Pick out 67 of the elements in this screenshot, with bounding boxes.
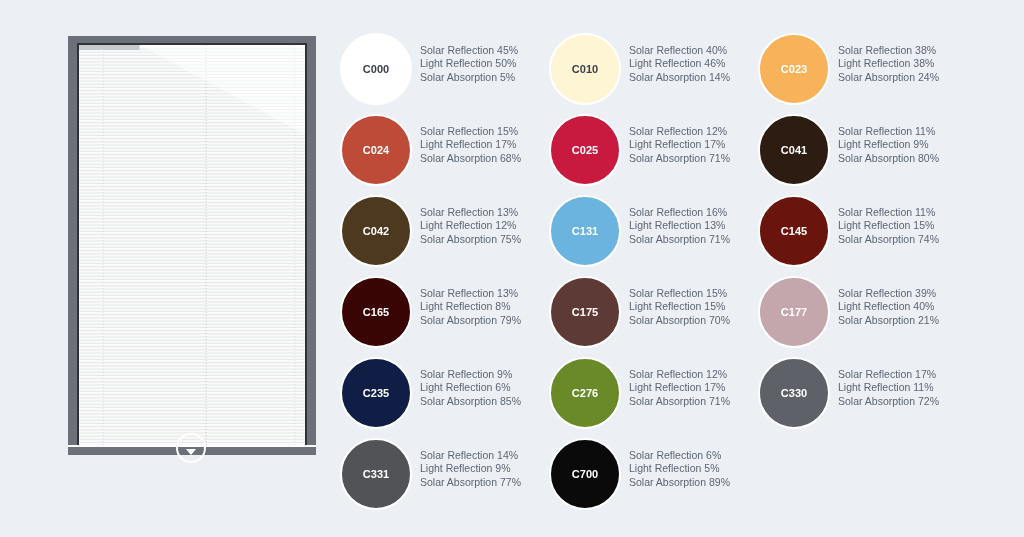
property-text: Light Reflection 46% xyxy=(629,57,727,71)
property-text: Solar Reflection 12% xyxy=(629,368,729,382)
color-swatch[interactable]: C000 xyxy=(340,33,412,105)
pull-handle[interactable] xyxy=(176,433,206,463)
property-text: Light Reflection 40% xyxy=(838,300,936,314)
property-text: Light Reflection 38% xyxy=(838,57,936,71)
property-text: Light Reflection 17% xyxy=(629,381,727,395)
property-text: Light Reflection 11% xyxy=(838,381,935,395)
property-text: Solar Absorption 71% xyxy=(629,232,730,246)
property-text: Solar Reflection 6% xyxy=(629,449,723,463)
property-text: Solar Absorption 71% xyxy=(629,151,730,165)
property-text: Solar Reflection 11% xyxy=(838,206,937,220)
property-text: Solar Absorption 72% xyxy=(838,394,939,408)
property-text: Light Reflection 9% xyxy=(838,138,930,152)
property-text: Solar Reflection 38% xyxy=(838,44,938,58)
property-text: Light Reflection 50% xyxy=(420,57,518,71)
property-text: Light Reflection 13% xyxy=(629,219,727,233)
property-text: Solar Reflection 16% xyxy=(629,206,729,220)
color-swatch[interactable]: C330 xyxy=(758,357,830,429)
property-text: Light Reflection 5% xyxy=(629,462,721,476)
property-text: Solar Absorption 80% xyxy=(838,151,939,165)
color-swatch[interactable]: C042 xyxy=(340,195,412,267)
property-text: Solar Reflection 39% xyxy=(838,287,938,301)
property-text: Solar Reflection 45% xyxy=(420,44,519,58)
property-text: Light Reflection 12% xyxy=(420,219,518,233)
property-text: Light Reflection 17% xyxy=(420,138,518,152)
property-text: Solar Reflection 9% xyxy=(420,368,514,382)
color-swatch[interactable]: C175 xyxy=(549,276,621,348)
down-arrow-icon xyxy=(186,449,196,455)
property-text: Solar Absorption 74% xyxy=(838,232,939,246)
color-swatch[interactable]: C331 xyxy=(340,438,412,510)
property-text: Solar Absorption 70% xyxy=(629,313,730,327)
property-text: Light Reflection 15% xyxy=(629,300,727,314)
property-text: Solar Reflection 12% xyxy=(629,125,729,139)
property-text: Solar Reflection 40% xyxy=(629,44,729,58)
property-text: Solar Reflection 14% xyxy=(420,449,520,463)
property-text: Solar Absorption 85% xyxy=(420,394,521,408)
property-text: Solar Absorption 89% xyxy=(629,475,730,489)
color-swatch[interactable]: C025 xyxy=(549,114,621,186)
property-text: Light Reflection 8% xyxy=(420,300,512,314)
color-swatch[interactable]: C145 xyxy=(758,195,830,267)
property-text: Light Reflection 15% xyxy=(838,219,936,233)
property-text: Light Reflection 17% xyxy=(629,138,727,152)
color-swatch[interactable]: C165 xyxy=(340,276,412,348)
property-text: Solar Reflection 11% xyxy=(838,125,937,139)
property-text: Solar Absorption 14% xyxy=(629,70,730,84)
property-text: Solar Absorption 77% xyxy=(420,475,521,489)
property-text: Solar Absorption 5% xyxy=(420,70,517,84)
property-text: Light Reflection 6% xyxy=(420,381,512,395)
color-swatch[interactable]: C700 xyxy=(549,438,621,510)
color-swatch[interactable]: C235 xyxy=(340,357,412,429)
property-text: Solar Absorption 75% xyxy=(420,232,521,246)
property-text: Solar Reflection 15% xyxy=(629,287,729,301)
color-swatch[interactable]: C276 xyxy=(549,357,621,429)
property-text: Solar Absorption 24% xyxy=(838,70,939,84)
color-swatch[interactable]: C024 xyxy=(340,114,412,186)
property-text: Solar Reflection 15% xyxy=(420,125,520,139)
property-text: Solar Reflection 13% xyxy=(420,287,520,301)
property-text: Solar Reflection 13% xyxy=(420,206,520,220)
property-text: Solar Absorption 21% xyxy=(838,313,939,327)
property-text: Solar Absorption 71% xyxy=(629,394,730,408)
color-swatch[interactable]: C010 xyxy=(549,33,621,105)
property-text: Light Reflection 9% xyxy=(420,462,512,476)
property-text: Solar Absorption 79% xyxy=(420,313,521,327)
property-text: Solar Absorption 68% xyxy=(420,151,521,165)
color-swatch[interactable]: C041 xyxy=(758,114,830,186)
property-text: Solar Reflection 17% xyxy=(838,368,938,382)
